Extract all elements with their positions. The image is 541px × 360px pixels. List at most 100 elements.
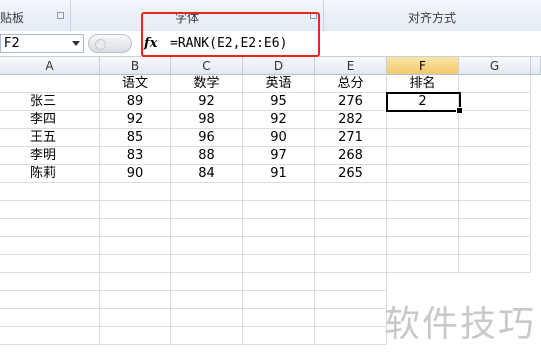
table-cell[interactable]: [0, 237, 100, 255]
table-cell[interactable]: [387, 219, 459, 237]
table-cell-name[interactable]: 李明: [0, 147, 100, 165]
table-cell-name[interactable]: 张三: [0, 93, 100, 111]
table-cell[interactable]: [459, 237, 531, 255]
table-cell[interactable]: [171, 201, 243, 219]
column-header-e[interactable]: E: [315, 57, 387, 75]
table-cell[interactable]: [0, 201, 100, 219]
table-cell[interactable]: [387, 237, 459, 255]
table-cell-name[interactable]: 李四: [0, 111, 100, 129]
column-header-d[interactable]: D: [243, 57, 315, 75]
table-cell[interactable]: [315, 255, 387, 273]
table-cell[interactable]: [0, 273, 100, 291]
table-cell[interactable]: [171, 183, 243, 201]
table-cell[interactable]: [243, 255, 315, 273]
header-cell-total[interactable]: 总分: [315, 75, 387, 93]
table-cell[interactable]: [315, 273, 387, 291]
table-cell[interactable]: 90: [243, 129, 315, 147]
column-header-b[interactable]: B: [100, 57, 171, 75]
column-header-h[interactable]: [531, 57, 541, 75]
table-cell[interactable]: [459, 255, 531, 273]
header-cell-g[interactable]: [459, 75, 531, 93]
table-cell[interactable]: 265: [315, 165, 387, 183]
table-cell[interactable]: [387, 255, 459, 273]
column-header-g[interactable]: G: [459, 57, 531, 75]
header-cell-math[interactable]: 数学: [171, 75, 243, 93]
table-cell[interactable]: [0, 327, 100, 345]
table-cell[interactable]: [243, 327, 315, 345]
table-cell[interactable]: 92: [171, 93, 243, 111]
header-cell-a[interactable]: [0, 75, 100, 93]
table-cell[interactable]: [387, 201, 459, 219]
table-cell[interactable]: [387, 183, 459, 201]
table-cell[interactable]: [100, 327, 171, 345]
table-cell[interactable]: [459, 129, 531, 147]
table-cell[interactable]: 92: [243, 111, 315, 129]
table-cell[interactable]: [0, 255, 100, 273]
table-cell[interactable]: [243, 219, 315, 237]
table-cell[interactable]: [243, 291, 315, 309]
table-cell[interactable]: 88: [171, 147, 243, 165]
table-cell[interactable]: [100, 309, 171, 327]
formula-bar-toggle-button[interactable]: [88, 34, 132, 53]
table-cell-rank[interactable]: [387, 111, 459, 129]
table-cell[interactable]: 89: [100, 93, 171, 111]
table-cell[interactable]: [0, 309, 100, 327]
table-cell-rank[interactable]: 2: [387, 93, 459, 111]
table-cell[interactable]: [315, 291, 387, 309]
table-cell[interactable]: [459, 93, 531, 111]
table-cell[interactable]: [315, 183, 387, 201]
table-cell[interactable]: [459, 165, 531, 183]
table-cell[interactable]: [315, 219, 387, 237]
table-cell[interactable]: 276: [315, 93, 387, 111]
table-cell[interactable]: 282: [315, 111, 387, 129]
table-cell[interactable]: [171, 309, 243, 327]
table-cell[interactable]: [243, 273, 315, 291]
table-cell-rank[interactable]: [387, 147, 459, 165]
table-cell[interactable]: 97: [243, 147, 315, 165]
table-cell[interactable]: [171, 273, 243, 291]
header-cell-rank[interactable]: 排名: [387, 75, 459, 93]
table-cell[interactable]: [171, 327, 243, 345]
table-cell[interactable]: [100, 237, 171, 255]
table-cell[interactable]: [243, 309, 315, 327]
table-cell[interactable]: 83: [100, 147, 171, 165]
table-cell[interactable]: [315, 201, 387, 219]
table-cell[interactable]: [459, 201, 531, 219]
table-cell[interactable]: [243, 237, 315, 255]
table-cell[interactable]: [459, 219, 531, 237]
table-cell[interactable]: [100, 201, 171, 219]
table-cell[interactable]: [459, 147, 531, 165]
column-header-f[interactable]: F: [387, 57, 459, 75]
table-cell[interactable]: [243, 201, 315, 219]
table-cell[interactable]: [100, 255, 171, 273]
header-cell-english[interactable]: 英语: [243, 75, 315, 93]
table-cell[interactable]: 91: [243, 165, 315, 183]
table-cell[interactable]: [315, 309, 387, 327]
name-box[interactable]: F2: [0, 34, 84, 53]
table-cell[interactable]: [171, 255, 243, 273]
table-cell[interactable]: [243, 183, 315, 201]
table-cell[interactable]: [315, 237, 387, 255]
table-cell[interactable]: [459, 183, 531, 201]
table-cell[interactable]: 271: [315, 129, 387, 147]
table-cell[interactable]: [171, 237, 243, 255]
table-cell[interactable]: [0, 183, 100, 201]
table-cell[interactable]: 84: [171, 165, 243, 183]
table-cell[interactable]: 268: [315, 147, 387, 165]
column-header-c[interactable]: C: [171, 57, 243, 75]
table-cell[interactable]: [315, 327, 387, 345]
table-cell-rank[interactable]: [387, 165, 459, 183]
table-cell[interactable]: [171, 219, 243, 237]
table-cell[interactable]: 95: [243, 93, 315, 111]
table-cell[interactable]: 92: [100, 111, 171, 129]
table-cell[interactable]: 85: [100, 129, 171, 147]
table-cell[interactable]: [100, 219, 171, 237]
table-cell-name[interactable]: 王五: [0, 129, 100, 147]
table-cell[interactable]: [171, 291, 243, 309]
table-cell[interactable]: 96: [171, 129, 243, 147]
table-cell[interactable]: [459, 111, 531, 129]
table-cell[interactable]: 90: [100, 165, 171, 183]
header-cell-chinese[interactable]: 语文: [100, 75, 171, 93]
table-cell[interactable]: 98: [171, 111, 243, 129]
table-cell-rank[interactable]: [387, 129, 459, 147]
